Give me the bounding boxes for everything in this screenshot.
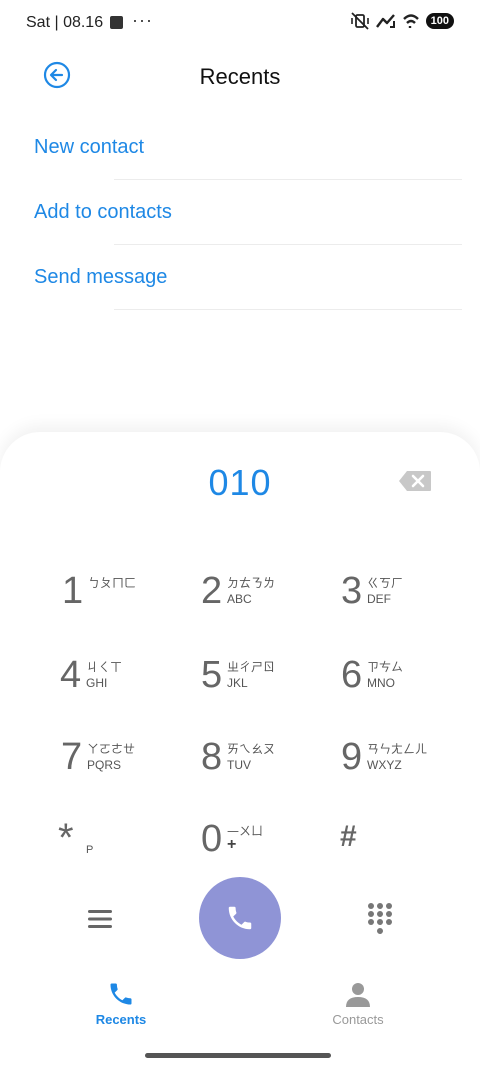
- tab-recents[interactable]: Recents: [61, 980, 181, 1030]
- key-digit: 2: [201, 570, 223, 612]
- key-3[interactable]: 3 ㄍㄎㄏ DEF: [341, 566, 480, 626]
- key-digit: #: [340, 820, 357, 853]
- send-message-button[interactable]: Send message: [34, 256, 462, 320]
- key-hash[interactable]: #: [340, 818, 480, 878]
- tab-recents-label: Recents: [95, 1012, 147, 1027]
- status-time: Sat | 08.16: [26, 14, 104, 31]
- vibrate-off-icon: [350, 12, 370, 30]
- key-5[interactable]: 5 ㄓㄔㄕㄖ JKL: [201, 650, 341, 710]
- key-letters: TUV: [227, 758, 251, 772]
- divider: [114, 244, 462, 245]
- key-2[interactable]: 2 ㄉㄊㄋㄌ ABC: [201, 566, 341, 626]
- backspace-icon: [399, 471, 431, 491]
- new-contact-button[interactable]: New contact: [34, 126, 462, 190]
- key-zhuyin: ㄅㄆㄇㄈ: [88, 576, 137, 590]
- phone-icon: [228, 906, 252, 930]
- send-message-label: Send message: [34, 266, 168, 288]
- key-letters: ABC: [227, 592, 252, 606]
- key-digit: 9: [341, 736, 363, 778]
- key-6[interactable]: 6 ㄗㄘㄙ MNO: [341, 650, 480, 710]
- key-zhuyin: ㄞㄟㄠㄡ: [227, 742, 276, 756]
- key-digit: *: [58, 816, 74, 860]
- menu-button[interactable]: [86, 906, 114, 932]
- key-digit: 8: [201, 736, 223, 778]
- key-digit: 4: [60, 654, 82, 696]
- key-letters: GHI: [86, 676, 108, 690]
- status-bar: Sat | 08.16 ··· 100: [0, 0, 480, 48]
- key-zhuyin: ㄉㄊㄋㄌ: [227, 576, 276, 590]
- key-letters: WXYZ: [367, 758, 402, 772]
- key-9[interactable]: 9 ㄢㄣㄤㄥㄦ WXYZ: [341, 732, 480, 792]
- key-zhuyin: ㄢㄣㄤㄥㄦ: [367, 742, 428, 756]
- key-zhuyin: ㄍㄎㄏ: [367, 576, 404, 590]
- hamburger-menu-icon: [88, 910, 112, 928]
- key-zhuyin: ㄓㄔㄕㄖ: [227, 660, 276, 674]
- add-to-contacts-button[interactable]: Add to contacts: [34, 191, 462, 255]
- home-indicator[interactable]: [145, 1053, 331, 1058]
- key-letters: PQRS: [87, 758, 122, 772]
- key-4[interactable]: 4 ㄐㄑㄒ GHI: [60, 650, 200, 710]
- key-plus: +: [227, 836, 237, 853]
- key-letters: JKL: [227, 676, 248, 690]
- divider: [114, 309, 462, 310]
- person-icon: [344, 980, 372, 1008]
- call-button[interactable]: [199, 877, 281, 959]
- key-digit: 7: [61, 736, 83, 778]
- tab-contacts-label: Contacts: [332, 1012, 384, 1027]
- more-notifications-icon: ···: [132, 10, 153, 30]
- add-to-contacts-label: Add to contacts: [34, 201, 172, 223]
- key-8[interactable]: 8 ㄞㄟㄠㄡ TUV: [201, 732, 341, 792]
- divider: [114, 179, 462, 180]
- key-digit: 3: [341, 570, 363, 612]
- key-digit: 5: [201, 654, 223, 696]
- key-0[interactable]: 0 —ㄨㄩ +: [201, 814, 341, 874]
- key-zhuyin: ㄚㄛㄜㄝ: [87, 742, 136, 756]
- key-7[interactable]: 7 ㄚㄛㄜㄝ PQRS: [61, 732, 201, 792]
- key-digit: 0: [201, 818, 223, 860]
- key-zhuyin: ㄗㄘㄙ: [367, 660, 404, 674]
- key-letters: DEF: [367, 592, 391, 606]
- dialpad-toggle-button[interactable]: [366, 902, 394, 936]
- notification-icon: [110, 16, 123, 29]
- dialpad-icon: [368, 903, 392, 934]
- backspace-button[interactable]: [398, 470, 432, 492]
- key-digit: 1: [62, 570, 84, 612]
- phone-icon: [107, 980, 135, 1008]
- battery-indicator: 100: [425, 13, 454, 29]
- key-digit: 6: [341, 654, 363, 696]
- tab-contacts[interactable]: Contacts: [298, 980, 418, 1030]
- key-zhuyin: ㄐㄑㄒ: [86, 660, 123, 674]
- signal-icon: [375, 13, 396, 29]
- status-icons: 100: [350, 12, 454, 30]
- page-title: Recents: [199, 64, 281, 89]
- key-pause-label: P: [86, 844, 94, 856]
- wifi-icon: [402, 13, 420, 29]
- key-letters: MNO: [367, 676, 395, 690]
- key-star[interactable]: * P: [58, 816, 198, 876]
- key-1[interactable]: 1 ㄅㄆㄇㄈ: [62, 566, 202, 626]
- new-contact-label: New contact: [34, 136, 145, 158]
